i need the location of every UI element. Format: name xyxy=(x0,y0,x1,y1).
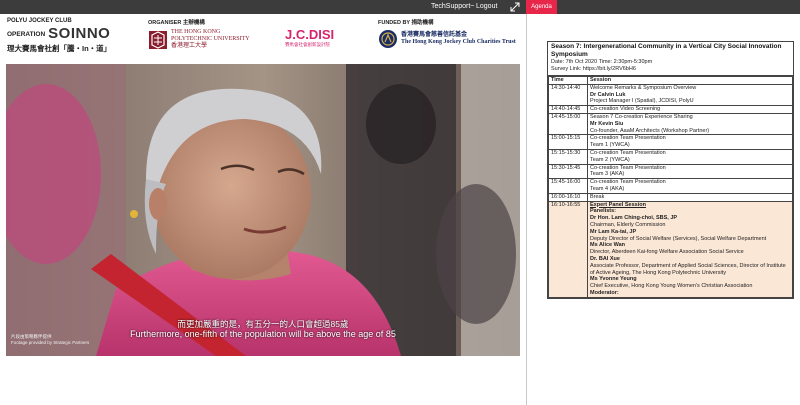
panelist-role: Chairman, Elderly Commission xyxy=(590,221,666,228)
operation-label: OPERATION xyxy=(7,30,46,38)
row-time: 15:30-15:45 xyxy=(548,163,588,180)
table-row: 16:00-16:10 Break xyxy=(548,192,793,202)
app-root: TechSupport~ Logout Agenda POLYU JOCKEY … xyxy=(0,0,800,405)
row-role: Team 4 (AKA) xyxy=(590,185,625,192)
video-frame xyxy=(6,64,520,356)
row-time: 14:45-15:00 xyxy=(548,112,588,136)
row-time: 16:10-16:55 xyxy=(548,200,588,298)
row-title: Co-creation Team Presentation xyxy=(590,135,666,142)
table-row: 14:30-14:40 Welcome Remarks & Symposium … xyxy=(548,83,793,107)
agenda-panel: Season 7: Intergenerational Community in… xyxy=(527,14,800,405)
top-bar: TechSupport~ Logout Agenda xyxy=(0,0,800,14)
soinno-wordmark: SOINNO xyxy=(48,25,111,42)
row-time: 15:45-16:00 xyxy=(548,178,588,194)
organiser-logo: ORGANISER 主辦機構 THE HONG KONG POLYTECHNIC… xyxy=(148,18,278,50)
panelist-name: Dr. BAI Xue xyxy=(590,255,620,262)
row-role: Team 3 (AKA) xyxy=(590,171,625,178)
row-title: Co-creation Team Presentation xyxy=(590,164,666,171)
row-speaker: Mr Kevin Siu xyxy=(590,120,624,127)
row-role: Co-founder, AaaM Architects (Workshop Pa… xyxy=(590,127,710,134)
agenda-header: Season 7: Intergenerational Community in… xyxy=(548,42,793,76)
footage-credit-en: Footage provided by Strategic Partners xyxy=(11,340,90,345)
jcdisi-subtitle: 賽馬會社會創新設計院 xyxy=(285,42,330,47)
table-row: 15:00-15:15 Co-creation Team Presentatio… xyxy=(548,134,793,150)
panelist-name: Dr Hon. Lam Ching-choi, SBS, JP xyxy=(590,215,678,222)
row-time: 15:00-15:15 xyxy=(548,134,588,150)
row-speaker: Dr Calvin Luk xyxy=(590,91,626,98)
table-row: 15:15-15:30 Co-creation Team Presentatio… xyxy=(548,148,793,165)
panelist-role: Deputy Director of Social Welfare (Servi… xyxy=(590,235,767,242)
panelist-name: Mr Lam Ka-tai, JP xyxy=(590,228,637,235)
row-time: 14:30-14:40 xyxy=(548,83,588,107)
funded-by-label: FUNDED BY 捐助機構 xyxy=(378,20,434,26)
expand-icon[interactable] xyxy=(510,2,520,12)
sponsor-logos: POLYU JOCKEY CLUB OPERATION SOINNO 理大賽馬會… xyxy=(0,14,526,62)
polyu-seal-icon xyxy=(149,30,167,49)
soinno-logo: POLYU JOCKEY CLUB OPERATION SOINNO 理大賽馬會… xyxy=(7,18,125,54)
tech-support-link[interactable]: TechSupport~ xyxy=(431,2,474,12)
polyu-club-label: POLYU JOCKEY CLUB xyxy=(7,18,72,24)
agenda-survey-link[interactable]: Survey Link: https://bit.ly/2RV6bH6 xyxy=(551,66,790,73)
agenda-table-container: Season 7: Intergenerational Community in… xyxy=(547,41,794,299)
table-row-expert-panel: 16:10-16:55 Expert Panel Session Panelis… xyxy=(548,200,793,298)
row-title: Co-creation Team Presentation xyxy=(590,179,666,186)
jcdisi-wordmark: J.C.DISI xyxy=(285,27,335,42)
row-time: 16:00-16:10 xyxy=(548,192,588,202)
agenda-header-row: Time Session xyxy=(548,76,793,85)
col-time-header: Time xyxy=(548,76,588,85)
polyu-name-line2: POLYTECHNIC UNIVERSITY xyxy=(171,36,250,42)
panelist-name: Ms Yvonne Yeung xyxy=(590,276,637,283)
moderator-label: Moderator: xyxy=(590,289,619,296)
agenda-date: Date: 7th Oct 2020 Time: 2:30pm-5:30pm xyxy=(551,59,653,65)
row-title: Co-creation Team Presentation xyxy=(590,149,666,156)
hkjc-name-zh: 香港賽馬會慈善信託基金 xyxy=(401,32,468,38)
panel-title: Expert Panel Session xyxy=(590,201,646,208)
logout-link[interactable]: Logout xyxy=(476,2,497,12)
soinno-chinese-title: 理大賽馬會社創「騰・In・道」 xyxy=(7,44,112,53)
agenda-title: Season 7: Intergenerational Community in… xyxy=(551,43,782,58)
row-role: Team 1 (YWCA) xyxy=(590,142,630,149)
row-role: Team 2 (YWCA) xyxy=(590,156,630,163)
footage-credit: 片段由策略夥伴提供 Footage provided by Strategic … xyxy=(11,334,89,346)
panelist-role: Chief Executive, Hong Kong Young Women's… xyxy=(590,283,753,290)
row-title: Co-creation Video Screening xyxy=(590,106,661,113)
col-session-header: Session xyxy=(587,76,793,85)
jcdisi-logo: J.C.DISI 賽馬會社會創新設計院 xyxy=(285,28,345,48)
row-time: 15:15-15:30 xyxy=(548,148,588,165)
organiser-label: ORGANISER 主辦機構 xyxy=(148,20,205,26)
hkjc-emblem-icon xyxy=(379,30,397,48)
panelist-role: Director, Aberdeen Kai-fong Welfare Asso… xyxy=(590,249,744,256)
table-row: 15:45-16:00 Co-creation Team Presentatio… xyxy=(548,178,793,194)
row-title: Season 7 Co-creation Experience Sharing xyxy=(590,113,693,120)
panelist-name: Ms Alice Wan xyxy=(590,242,626,249)
table-row: 14:40-14:45 Co-creation Video Screening xyxy=(548,105,793,114)
table-row: 14:45-15:00 Season 7 Co-creation Experie… xyxy=(548,112,793,136)
hkjc-name-en: The Hong Kong Jockey Club Charities Trus… xyxy=(401,39,516,45)
row-time: 14:40-14:45 xyxy=(548,105,588,114)
video-player[interactable]: 而更加嚴重的是，有五分一的人口會超過85歲 Furthermore, one-f… xyxy=(6,64,520,356)
panelist-role: Associate Professor, Department of Appli… xyxy=(590,262,786,276)
agenda-table: Time Session 14:30-14:40 Welcome Remarks… xyxy=(548,76,793,298)
polyu-name-line1: THE HONG KONG xyxy=(171,29,221,35)
row-role: Project Manager I (Spatial), JCDISI, Pol… xyxy=(590,98,694,105)
funder-logo: FUNDED BY 捐助機構 香港賽馬會慈善信託基金 The Hong Kong… xyxy=(378,18,523,49)
row-title: Break xyxy=(590,193,605,200)
table-row: 15:30-15:45 Co-creation Team Presentatio… xyxy=(548,163,793,180)
panelists-label: Panelists: xyxy=(590,208,616,215)
agenda-tab[interactable]: Agenda xyxy=(526,0,557,14)
polyu-name-zh: 香港理工大學 xyxy=(171,43,208,49)
row-title: Welcome Remarks & Symposium Overview xyxy=(590,84,697,91)
